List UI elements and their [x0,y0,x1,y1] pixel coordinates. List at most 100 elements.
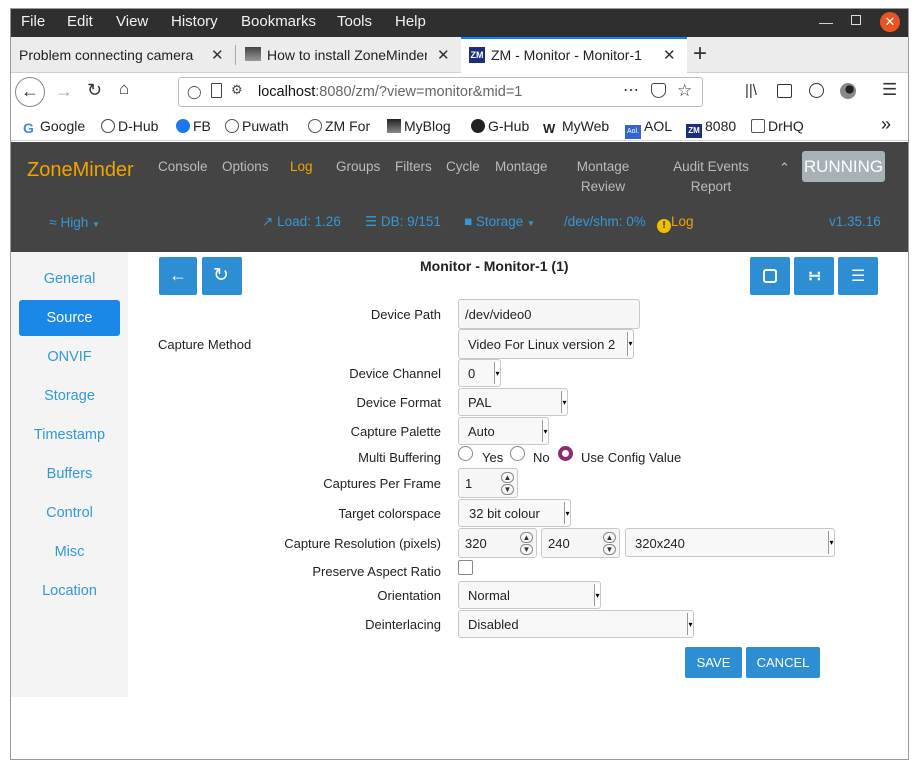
account-icon[interactable] [809,83,824,98]
refresh-button[interactable]: ↻ [202,257,242,295]
forward-icon[interactable]: → [55,81,73,102]
collapse-chevron-icon[interactable]: ⌃ [779,160,790,176]
bookmark-g-hub[interactable]: G-Hub [471,118,529,134]
nav-groups[interactable]: Groups [336,157,380,177]
resolution-height-input[interactable]: 240 ▲ ▼ [541,528,620,558]
maximize-icon[interactable] [851,15,861,25]
nav-montage[interactable]: Montage [495,157,548,177]
menu-history[interactable]: History [171,13,218,30]
bookmarks-overflow-icon[interactable]: » [881,114,891,135]
close-tab-icon[interactable]: ✕ [663,46,676,64]
extension-icon[interactable] [840,83,856,99]
close-window-icon[interactable]: ✕ [880,12,900,32]
page-info-icon[interactable] [211,83,222,98]
nav-console[interactable]: Console [158,157,208,177]
bookmark-star-icon[interactable]: ☆ [677,81,692,101]
hamburger-menu-icon[interactable]: ☰ [882,80,897,100]
bookmark-myweb[interactable]: W MyWeb [543,118,609,136]
menu-file[interactable]: File [21,13,45,30]
storage-dropdown[interactable]: ■ Storage ▼ [464,214,535,229]
sidebar-item-storage[interactable]: Storage [19,378,120,414]
menu-tools[interactable]: Tools [337,13,372,30]
close-tab-icon[interactable]: ✕ [437,46,450,64]
capture-method-select[interactable]: Video For Linux version 2 ▾ [458,329,634,359]
tab-how-to-install[interactable]: How to install ZoneMinder ✕ [237,37,459,72]
list-button[interactable]: ☰ [838,257,878,295]
zm-brand[interactable]: ZoneMinder [27,159,134,182]
sidebar-item-misc[interactable]: Misc [19,534,120,570]
sidebar-item-location[interactable]: Location [19,573,120,609]
library-icon[interactable]: ||\ [745,82,757,99]
chevron-down-icon: ▾ [542,420,548,442]
sidebar-toggle-icon[interactable] [777,84,792,98]
multi-buffering-yes-radio[interactable] [458,446,473,461]
target-colorspace-select[interactable]: 32 bit colour ▾ [458,499,571,527]
deinterlacing-select[interactable]: Disabled ▾ [458,610,694,638]
sidebar-item-source[interactable]: Source [19,300,120,336]
spinner-icon[interactable]: ▲ ▼ [520,532,533,556]
bookmark-aol[interactable]: Aol. AOL [625,118,672,139]
radio-label-config: Use Config Value [581,450,682,465]
captures-per-frame-input[interactable]: 1 ▲ ▼ [458,468,518,498]
nav-options[interactable]: Options [222,157,269,177]
rss-button[interactable]: ∺ [794,257,834,295]
nav-filters[interactable]: Filters [395,157,432,177]
resolution-width-input[interactable]: 320 ▲ ▼ [458,528,537,558]
spinner-icon[interactable]: ▲ ▼ [603,532,616,556]
menu-help[interactable]: Help [395,13,426,30]
nav-log[interactable]: Log [290,157,313,177]
nav-montage-review[interactable]: Montage Review [571,157,635,197]
sidebar-item-timestamp[interactable]: Timestamp [19,417,120,453]
multi-buffering-no-radio[interactable] [510,446,525,461]
home-icon[interactable]: ⌂ [119,79,129,99]
cancel-button[interactable]: CANCEL [746,647,820,678]
running-status-button[interactable]: RUNNING [802,151,885,182]
device-format-select[interactable]: PAL ▾ [458,388,568,416]
sidebar-item-onvif[interactable]: ONVIF [19,339,120,375]
sidebar-item-control[interactable]: Control [19,495,120,531]
back-button[interactable]: ← [159,257,197,295]
new-tab-icon[interactable]: + [693,40,707,68]
close-tab-icon[interactable]: ✕ [211,46,224,64]
device-path-input[interactable]: /dev/video0 [458,299,640,329]
nav-cycle[interactable]: Cycle [446,157,480,177]
device-channel-select[interactable]: 0 ▾ [458,359,501,387]
orientation-select[interactable]: Normal ▾ [458,581,601,609]
minimize-icon[interactable]: — [819,14,833,30]
multi-buffering-config-radio[interactable] [558,446,573,461]
bookmark-drhq[interactable]: DrHQ [751,118,804,134]
resolution-preset-select[interactable]: 320x240 ▾ [625,528,835,557]
bookmark-puwath[interactable]: Puwath [225,118,289,134]
back-icon[interactable]: ← [15,77,45,107]
bandwidth-dropdown[interactable]: ≈ High ▼ [49,214,100,230]
bookmark-google[interactable]: G Google [23,118,85,136]
reload-icon[interactable]: ↻ [87,80,102,101]
tab-problem-connecting[interactable]: Problem connecting camera ✕ [11,37,233,72]
pocket-icon[interactable] [651,83,666,98]
bookmark-fb[interactable]: FB [176,118,211,134]
spinner-icon[interactable]: ▲ ▼ [501,472,514,496]
bookmark-zm-for[interactable]: ZM For [308,118,370,134]
save-button[interactable]: SAVE [685,647,742,678]
preserve-aspect-checkbox[interactable] [458,560,473,575]
permissions-icon[interactable]: ⚙ [231,82,243,98]
nav-audit-events-report[interactable]: Audit Events Report [667,157,755,197]
bookmark-8080[interactable]: ZM 8080 [686,118,736,138]
sidebar-item-buffers[interactable]: Buffers [19,456,120,492]
bookmark-label: 8080 [705,118,737,134]
page-actions-icon[interactable]: ⋯ [623,80,639,100]
rss-feed-button[interactable] [750,257,790,295]
bookmark-myblog[interactable]: MyBlog [387,118,451,134]
menu-view[interactable]: View [116,13,148,30]
bookmark-d-hub[interactable]: D-Hub [101,118,158,134]
log-status[interactable]: ! Log [657,214,694,233]
sidebar-item-general[interactable]: General [19,261,120,297]
menu-bookmarks[interactable]: Bookmarks [241,13,316,30]
capture-palette-select[interactable]: Auto ▾ [458,417,549,445]
menu-edit[interactable]: Edit [67,13,93,30]
shield-icon[interactable]: ◯ [187,84,202,100]
tab-bar: Problem connecting camera ✕ How to insta… [11,37,908,73]
url-text[interactable]: localhost:8080/zm/?view=monitor&mid=1 [258,84,522,100]
tab-zm-monitor[interactable]: ZM ZM - Monitor - Monitor-1 ✕ [461,37,687,73]
url-bar[interactable]: ◯ ⚙ localhost:8080/zm/?view=monitor&mid=… [178,77,703,107]
